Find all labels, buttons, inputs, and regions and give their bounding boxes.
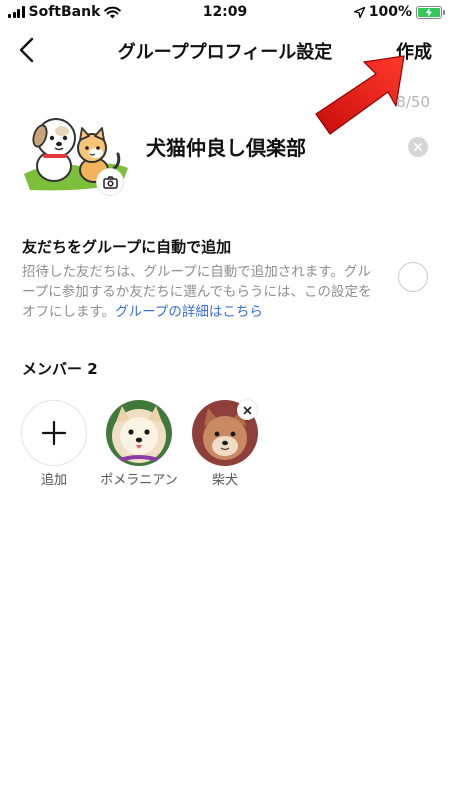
battery-icon bbox=[416, 5, 445, 19]
close-icon bbox=[243, 406, 251, 414]
pomeranian-photo bbox=[106, 400, 172, 466]
status-bar-right: 100% bbox=[353, 4, 445, 20]
avatar[interactable] bbox=[106, 400, 172, 466]
add-member-item[interactable]: 追加 bbox=[9, 400, 99, 489]
member-name: 柴犬 bbox=[211, 473, 238, 488]
remove-member-button[interactable] bbox=[237, 400, 257, 420]
plus-icon bbox=[41, 420, 67, 446]
add-member-label: 追加 bbox=[40, 473, 67, 488]
auto-add-description: 招待した友だちは、グループに自動で追加されます。グループに参加するか友だちに選ん… bbox=[22, 262, 378, 322]
status-bar: SoftBank 12:09 100% bbox=[0, 0, 450, 26]
auto-add-title: 友だちをグループに自動で追加 bbox=[22, 238, 232, 256]
camera-button[interactable] bbox=[96, 168, 124, 196]
red-arrow-icon bbox=[315, 55, 405, 135]
group-name-input[interactable]: 犬猫仲良し倶楽部 bbox=[146, 132, 306, 161]
member-name: ポメラニアン bbox=[100, 473, 178, 488]
character-count: 8/50 bbox=[396, 93, 430, 111]
location-icon bbox=[353, 6, 365, 18]
add-member-button[interactable] bbox=[21, 400, 87, 466]
close-icon bbox=[414, 143, 422, 151]
group-details-link[interactable]: グループの詳細はこちら bbox=[115, 304, 263, 320]
clear-name-button[interactable] bbox=[408, 137, 428, 157]
battery-percent: 100% bbox=[368, 4, 412, 20]
camera-icon bbox=[102, 175, 118, 189]
members-title: メンバー 2 bbox=[22, 360, 98, 378]
member-item[interactable]: ポメラニアン bbox=[94, 400, 184, 489]
member-item[interactable]: 柴犬 bbox=[180, 400, 270, 489]
auto-add-toggle[interactable] bbox=[398, 262, 428, 292]
